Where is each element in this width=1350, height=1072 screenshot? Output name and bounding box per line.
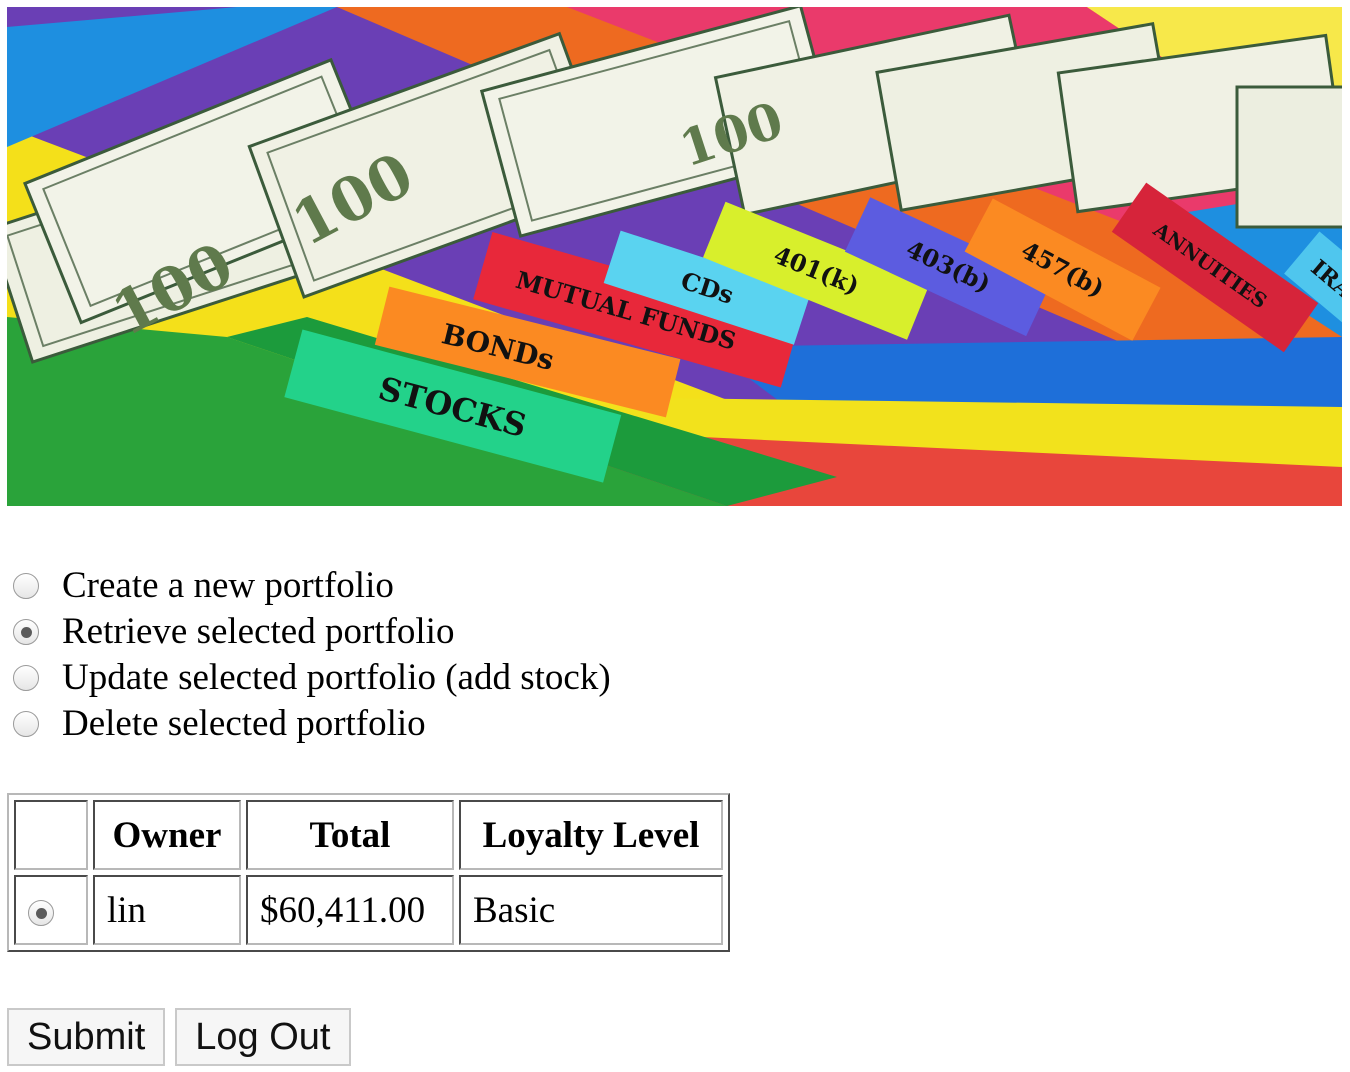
- option-retrieve-portfolio[interactable]: Retrieve selected portfolio: [10, 609, 611, 655]
- form-buttons: Submit Log Out: [7, 1008, 351, 1066]
- option-label-retrieve: Retrieve selected portfolio: [62, 611, 455, 652]
- radio-update-portfolio[interactable]: [13, 665, 39, 691]
- option-label-delete: Delete selected portfolio: [62, 703, 426, 744]
- portfolio-action-options: Create a new portfolio Retrieve selected…: [10, 563, 611, 747]
- row-select-radio[interactable]: [28, 900, 54, 927]
- portfolio-table: Owner Total Loyalty Level lin $60,411.00…: [7, 793, 730, 952]
- bill-right-edge: [1235, 85, 1342, 229]
- log-out-button[interactable]: Log Out: [175, 1008, 351, 1066]
- option-update-portfolio[interactable]: Update selected portfolio (add stock): [10, 655, 611, 701]
- header-select: [14, 800, 88, 870]
- radio-retrieve-portfolio[interactable]: [13, 619, 39, 645]
- radio-create-portfolio[interactable]: [13, 573, 39, 599]
- cell-loyalty-level: Basic: [459, 875, 723, 945]
- header-owner: Owner: [93, 800, 241, 870]
- portfolio-banner-image: 100 100 100 STOCKS BONDs MUTUAL FUNDS CD…: [7, 7, 1342, 506]
- option-create-portfolio[interactable]: Create a new portfolio: [10, 563, 611, 609]
- option-delete-portfolio[interactable]: Delete selected portfolio: [10, 701, 611, 747]
- table-row[interactable]: lin $60,411.00 Basic: [14, 875, 723, 945]
- cell-total: $60,411.00: [246, 875, 454, 945]
- option-label-update: Update selected portfolio (add stock): [62, 657, 611, 698]
- header-total: Total: [246, 800, 454, 870]
- cell-owner: lin: [93, 875, 241, 945]
- radio-delete-portfolio[interactable]: [13, 711, 39, 737]
- option-label-create: Create a new portfolio: [62, 565, 394, 606]
- header-loyalty-level: Loyalty Level: [459, 800, 723, 870]
- banner-illustration: 100 100 100 STOCKS BONDs MUTUAL FUNDS CD…: [7, 7, 1342, 506]
- row-select-cell[interactable]: [14, 875, 88, 945]
- table-header-row: Owner Total Loyalty Level: [14, 800, 723, 870]
- submit-button[interactable]: Submit: [7, 1008, 166, 1066]
